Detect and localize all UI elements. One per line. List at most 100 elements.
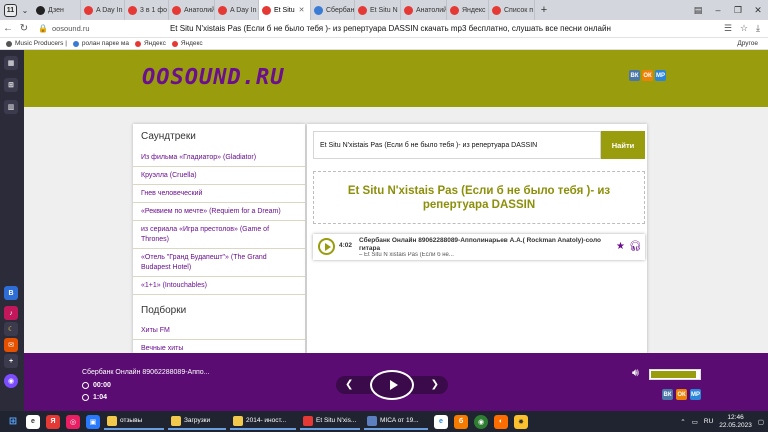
apps-icon[interactable]: ⊞ <box>4 78 18 92</box>
taskbar-app[interactable]: Загрузки <box>168 413 226 430</box>
back-arrow-icon[interactable]: ← <box>0 23 16 34</box>
alice-assistant-icon[interactable]: ◉ <box>4 374 18 388</box>
browser-tab[interactable]: 3 в 1 фо <box>125 0 169 20</box>
bookmark-item[interactable]: Яндекс <box>171 40 203 47</box>
collection-link[interactable]: Хиты FM <box>133 322 305 340</box>
home-grid-icon[interactable]: ▦ <box>4 56 18 70</box>
ok-icon[interactable]: ОК <box>676 389 687 400</box>
moon-icon[interactable]: ☾ <box>4 322 18 336</box>
track-artist[interactable]: Сбербанк Онлайн 89062288089-Апполинарьев… <box>359 237 609 252</box>
firefox-icon[interactable]: ◐ <box>494 414 508 429</box>
soundtrack-link[interactable]: из сериала «Игра престолов» (Game of Thr… <box>133 221 305 249</box>
taskbar-app-label: отзывы <box>120 417 143 424</box>
ie-icon[interactable]: e <box>434 414 448 429</box>
tray-chevron-icon[interactable]: ⌃ <box>680 418 685 426</box>
vk-side-icon[interactable]: В <box>4 286 18 300</box>
browser-tab[interactable]: Анатолий <box>169 0 215 20</box>
other-bookmarks[interactable]: Другое <box>737 40 758 47</box>
search-input[interactable]: Et Situ N'xistais Pas (Если б не было те… <box>313 131 601 159</box>
clock-time: 12:46 <box>727 413 744 421</box>
vk-icon[interactable]: ВК <box>662 389 673 400</box>
close-window-icon[interactable]: ✕ <box>748 5 768 16</box>
track-play-icon[interactable] <box>318 238 335 255</box>
app-icon[interactable]: ◎ <box>66 414 80 429</box>
notifications-icon[interactable]: ▢ <box>758 418 764 426</box>
soundtrack-link[interactable]: Гнев человеческий <box>133 185 305 203</box>
reader-mode-icon[interactable]: ☰ <box>724 23 732 34</box>
mail-side-icon[interactable]: ✉ <box>4 338 18 352</box>
browser-side-panel: ▦ ⊞ ▥ В ♪ ☾ ✉ + ◉ <box>0 50 24 411</box>
play-button[interactable] <box>370 370 414 400</box>
app-icon-2[interactable]: ▣ <box>86 414 100 429</box>
maximize-icon[interactable]: ❐ <box>728 5 748 16</box>
windows-start-icon[interactable]: ⊞ <box>6 414 20 429</box>
soundtrack-link[interactable]: «Отель "Гранд Будапешт"» (The Grand Buda… <box>133 249 305 277</box>
browser-tab[interactable]: Et Situ N <box>355 0 401 20</box>
taskbar-app[interactable]: 2014- иност... <box>230 413 296 430</box>
taskbar-app[interactable]: отзывы <box>104 413 164 430</box>
vk-icon[interactable]: ВК <box>629 70 640 81</box>
tab-label: Анатолий <box>184 6 215 14</box>
bookmark-item[interactable]: Music Producers | <box>6 40 67 47</box>
next-track-icon[interactable]: ❯ <box>431 379 439 390</box>
panel-icon[interactable]: ▥ <box>4 100 18 114</box>
site-logo[interactable]: OOSOUND.RU <box>142 65 284 90</box>
site-header: OOSOUND.RU ВК ОК МР <box>24 50 768 107</box>
browser-tab[interactable]: Сбербан <box>311 0 355 20</box>
search-button[interactable]: Найти <box>601 131 645 159</box>
app-icon-4[interactable]: ✸ <box>514 414 528 429</box>
edge-legacy-icon[interactable]: e <box>26 414 40 429</box>
volume-icon[interactable]: 🔊︎ <box>632 367 639 380</box>
ok-icon[interactable]: ОК <box>642 70 653 81</box>
chrome-icon[interactable]: ◉ <box>474 414 488 429</box>
download-icon[interactable]: ⤓ <box>756 23 760 34</box>
taskbar-app[interactable]: MICA от 19... <box>364 413 428 430</box>
bookmark-item[interactable]: ролан парке ма <box>72 40 129 47</box>
browser-tab[interactable]: Анатолий <box>401 0 447 20</box>
url-text[interactable]: oosound.ru <box>52 24 170 33</box>
network-icon[interactable]: ▭ <box>692 418 698 426</box>
bookmark-favicon-icon <box>6 40 12 47</box>
music-side-icon[interactable]: ♪ <box>4 306 18 320</box>
page-title-in-address[interactable]: Et Situ N'xistais Pas (Если б не было те… <box>170 24 690 33</box>
soundtrack-link[interactable]: «1+1» (Intouchables) <box>133 277 305 295</box>
new-tab-plus-icon[interactable]: + <box>535 4 553 16</box>
tab-favicon-icon <box>84 5 93 15</box>
tab-counter[interactable]: 11 <box>4 3 17 17</box>
bookmark-item[interactable]: Яндекс <box>134 40 166 47</box>
song-heading: Et Situ N'xistais Pas (Если б не было те… <box>347 184 611 211</box>
add-side-icon[interactable]: + <box>4 354 18 368</box>
track-title[interactable]: – Et Situ N xistais Pas (Если б не... <box>359 252 609 258</box>
browser-tab[interactable]: Дзен <box>33 0 81 20</box>
collection-link[interactable]: Вечные хиты <box>133 340 305 354</box>
previous-track-icon[interactable]: ❮ <box>345 379 353 390</box>
minimize-icon[interactable]: – <box>708 5 728 15</box>
lock-icon[interactable]: 🔒 <box>38 24 48 33</box>
headphones-icon[interactable]: 🎧︎ <box>629 241 642 252</box>
browser-tab[interactable]: Список п <box>489 0 535 20</box>
reload-icon[interactable]: ↻ <box>16 23 32 34</box>
browser-tab[interactable]: A Day In <box>215 0 259 20</box>
favorite-star-icon[interactable]: ★ <box>616 241 625 252</box>
browser-tab[interactable]: A Day In <box>81 0 125 20</box>
taskbar-app[interactable]: Et Situ N'xis... <box>300 413 360 430</box>
yandex-icon[interactable]: Я <box>46 414 60 429</box>
soundtrack-link[interactable]: Круэлла (Cruella) <box>133 167 305 185</box>
total-time-text: 1:04 <box>93 394 108 401</box>
tab-list-chevron-icon[interactable]: ⌄ <box>17 6 33 15</box>
mail-ru-icon[interactable]: МР <box>690 389 701 400</box>
browser-tab[interactable]: Яндекс <box>447 0 489 20</box>
soundtrack-link[interactable]: «Реквием по мечте» (Requiem for a Dream) <box>133 203 305 221</box>
close-tab-icon[interactable]: ✕ <box>299 6 305 14</box>
track-row[interactable]: 4:02 Сбербанк Онлайн 89062288089-Апполин… <box>313 234 645 260</box>
language-indicator[interactable]: RU <box>704 418 713 425</box>
app-icon-3[interactable]: б <box>454 414 468 429</box>
browser-tab[interactable]: Et Situ ✕ <box>259 0 311 20</box>
volume-slider[interactable] <box>649 369 701 380</box>
clock[interactable]: 12:46 22.05.2023 <box>719 414 752 430</box>
soundtrack-link[interactable]: Из фильма «Гладиатор» (Gladiator) <box>133 149 305 167</box>
bookmark-label: Яндекс <box>180 40 203 47</box>
mail-ru-icon[interactable]: МР <box>655 70 666 81</box>
bookmarks-panel-icon[interactable]: ▤ <box>688 5 708 16</box>
bookmark-star-icon[interactable]: ☆ <box>740 23 748 34</box>
